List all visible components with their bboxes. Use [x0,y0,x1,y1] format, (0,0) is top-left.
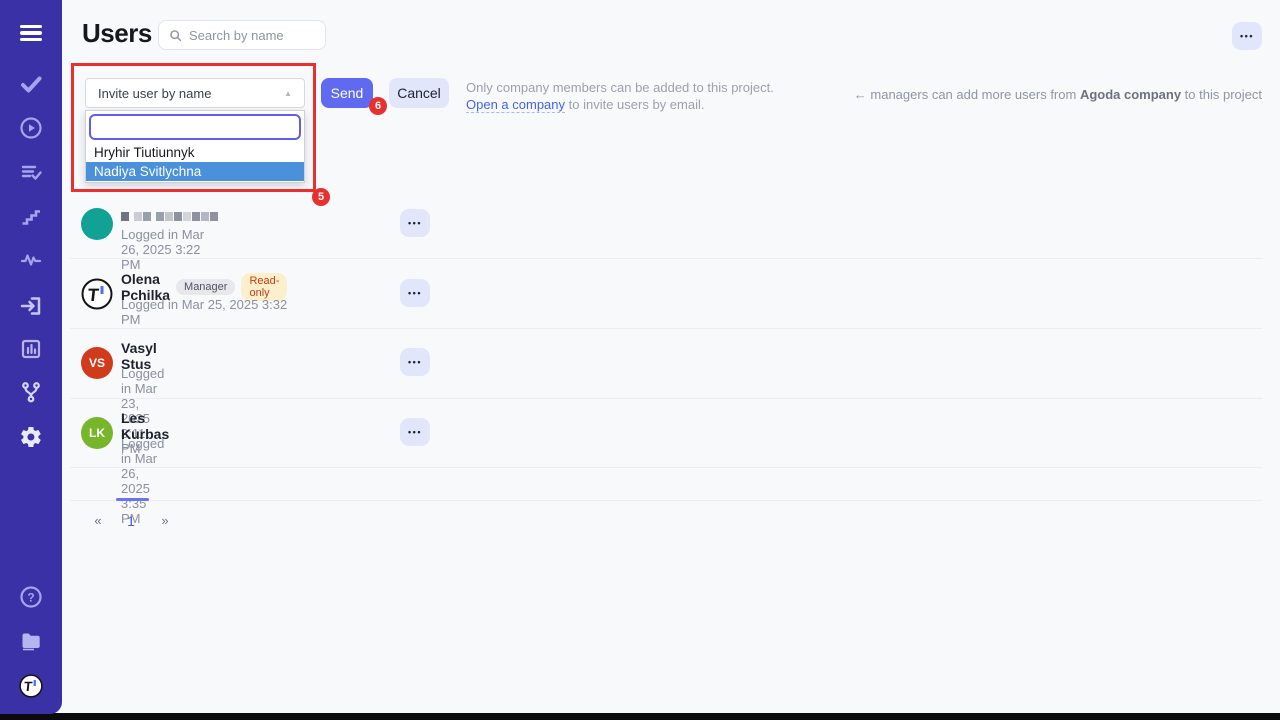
row-more-button[interactable]: ••• [400,209,430,237]
company-name: Agoda company [1080,87,1181,102]
row-divider [70,467,1262,468]
annotation-badge-6: 6 [369,97,387,115]
chevron-up-icon: ▲ [284,89,292,98]
row-more-button[interactable]: ••• [400,279,430,307]
row-more-button[interactable]: ••• [400,348,430,376]
search-input[interactable] [189,28,309,43]
invite-select-label: Invite user by name [98,86,284,101]
app-logo[interactable]: T [19,674,43,698]
dropdown-option[interactable]: Hryhir Tiutiunnyk [86,143,304,162]
row-divider [70,398,1262,399]
page-more-button[interactable]: ••• [1232,22,1262,50]
menu-icon[interactable] [19,21,43,45]
row-divider [70,328,1262,329]
dropdown-option-selected[interactable]: Nadiya Svitlychna [86,162,304,181]
bottom-edge-bar [0,713,1280,720]
last-login: Logged in Mar 26, 2025 3:22 PM [121,227,218,272]
avatar: VS [81,347,113,379]
invite-note-rest: to invite users by email. [565,97,704,112]
invite-note-line1: Only company members can be added to thi… [466,80,774,95]
avatar-logo: T [81,278,113,310]
redacted-name [121,208,218,225]
branch-icon[interactable] [19,380,43,404]
user-name-line: Olena Pchilka Manager Read-only [121,278,287,295]
task-list-icon[interactable] [19,160,43,184]
pagination-prev[interactable]: « [90,513,106,528]
open-company-link[interactable]: Open a company [466,97,565,113]
invite-dropdown: Hryhir Tiutiunnyk Nadiya Svitlychna [85,110,305,183]
svg-text:?: ? [27,591,34,605]
invite-dropdown-search-input[interactable] [89,114,301,140]
manager-note: ← managers can add more users from Agoda… [854,87,1262,102]
check-icon[interactable] [19,72,43,96]
search-icon [169,29,182,42]
play-circle-icon[interactable] [19,116,43,140]
last-login: Logged in Mar 25, 2025 3:32 PM [121,297,287,327]
users-page: ? T Users ••• Invite user by name ▲ Hryh… [0,0,1280,720]
annotation-badge-5: 5 [312,188,330,206]
row-divider [70,258,1262,259]
manager-badge: Manager [176,279,235,295]
settings-icon[interactable] [19,425,43,449]
sign-in-icon[interactable] [19,294,43,318]
send-button[interactable]: Send [321,78,373,108]
bar-chart-icon[interactable] [19,337,43,361]
activity-icon[interactable] [19,248,43,272]
invite-note: Only company members can be added to thi… [466,79,774,113]
help-icon[interactable]: ? [19,585,43,609]
pagination-active-indicator [116,498,149,501]
svg-text:T: T [87,285,100,305]
sidebar: ? T [0,0,62,714]
avatar [81,208,113,240]
page-title: Users [82,18,152,49]
steps-icon[interactable] [19,204,43,228]
pagination-divider [70,500,1262,501]
pagination-page-1[interactable]: 1 [123,513,139,529]
pagination-next[interactable]: » [157,513,173,528]
invite-user-select[interactable]: Invite user by name ▲ [85,78,305,108]
cancel-button[interactable]: Cancel [389,78,449,108]
folder-icon[interactable] [19,629,43,653]
avatar: LK [81,417,113,449]
user-search[interactable] [158,20,326,50]
row-more-button[interactable]: ••• [400,418,430,446]
